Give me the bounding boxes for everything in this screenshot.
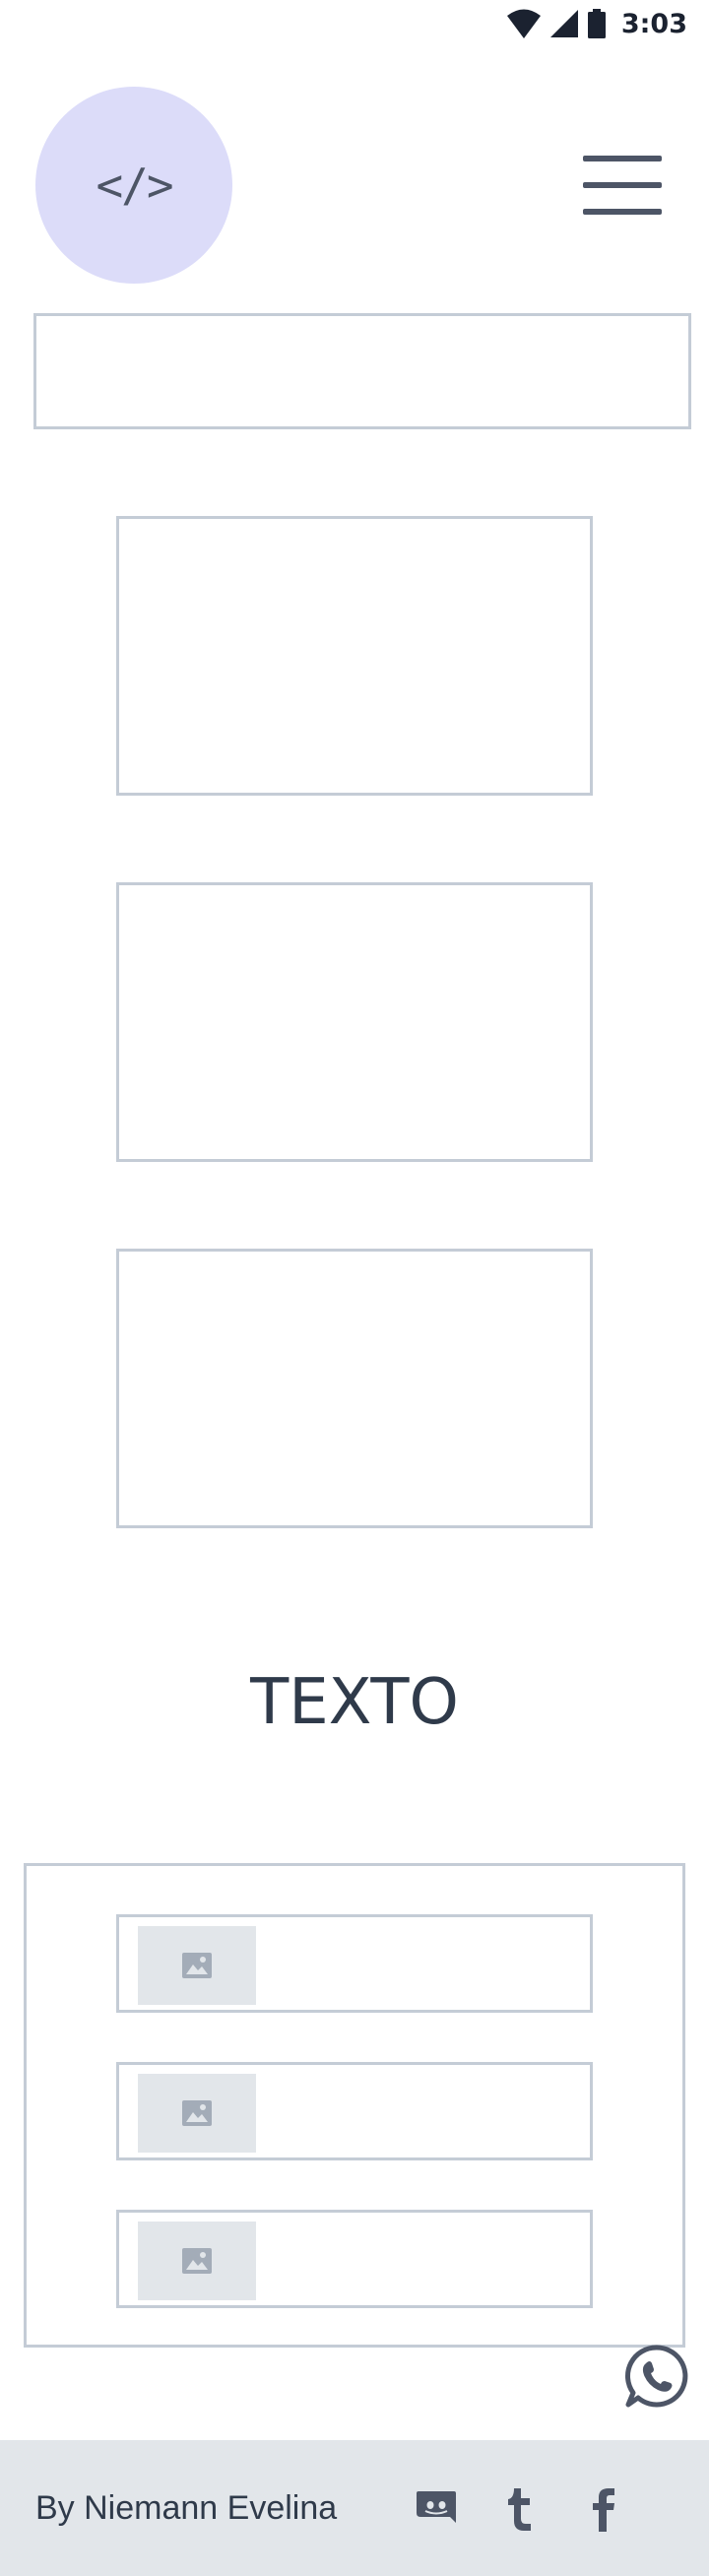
tumblr-glyph xyxy=(508,2488,531,2531)
discord-glyph xyxy=(417,2491,456,2523)
image-icon xyxy=(182,2100,212,2126)
whatsapp-icon[interactable] xyxy=(624,2344,689,2409)
menu-bar xyxy=(583,156,662,161)
menu-bar xyxy=(583,209,662,215)
logo[interactable]: </> xyxy=(35,87,232,284)
content-card[interactable] xyxy=(116,1249,593,1528)
content-card[interactable] xyxy=(116,882,593,1162)
thumbnail xyxy=(138,1926,256,2005)
footer-author: By Niemann Evelina xyxy=(35,2489,338,2527)
discord-icon[interactable] xyxy=(407,2479,466,2539)
code-icon: </> xyxy=(96,159,173,212)
list-item[interactable] xyxy=(116,2062,593,2160)
thumbnail xyxy=(138,2222,256,2300)
tumblr-icon[interactable] xyxy=(490,2479,549,2539)
section-heading: TEXTO xyxy=(250,1666,459,1739)
list-item[interactable] xyxy=(116,2210,593,2308)
footer: By Niemann Evelina xyxy=(0,2440,709,2576)
content-card[interactable] xyxy=(116,516,593,796)
facebook-glyph xyxy=(593,2488,614,2532)
status-icons: 3:03 xyxy=(506,8,687,39)
image-icon xyxy=(182,2248,212,2274)
thumbnail xyxy=(138,2074,256,2153)
status-bar: 3:03 xyxy=(0,0,709,47)
menu-bar xyxy=(583,182,662,188)
hamburger-menu-icon[interactable] xyxy=(583,156,662,215)
battery-icon xyxy=(587,9,606,38)
image-icon xyxy=(182,1953,212,1978)
status-time: 3:03 xyxy=(620,8,687,39)
facebook-icon[interactable] xyxy=(574,2479,633,2539)
list-item[interactable] xyxy=(116,1914,593,2013)
cellular-signal-icon xyxy=(549,10,578,37)
search-box[interactable] xyxy=(33,313,691,429)
wifi-icon xyxy=(506,9,541,38)
